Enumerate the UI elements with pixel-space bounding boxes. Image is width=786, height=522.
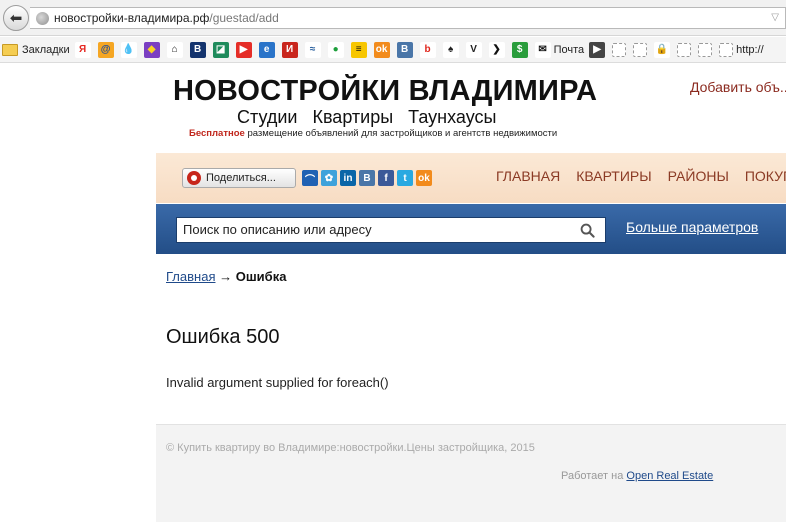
bookmarks-bar: Закладки Я @ 💧 ◆ ⌂ B ◪ ▶ e И ≈ ● ≡ ok Bb ♠ V ❯ $ ✉ Почта ▶… <box>0 37 786 63</box>
twitter-icon[interactable]: t <box>397 170 413 186</box>
envelope-icon: ✉ <box>534 41 551 58</box>
bookmark-mail-label: Почта <box>553 43 585 56</box>
search-box <box>176 217 606 243</box>
play-icon[interactable]: ▶ <box>589 41 606 58</box>
chevron-down-icon[interactable]: ▽ <box>771 12 779 23</box>
flower-icon[interactable]: ✿ <box>321 170 337 186</box>
bank-icon[interactable]: ≈ <box>304 41 321 58</box>
url-text: новостройки-владимира.рф/guestad/add <box>54 11 279 25</box>
social-icons: ⌒ ✿ in Bf t ok <box>302 170 432 186</box>
logo-title: НОВОСТРОЙКИ ВЛАДИМИРА <box>173 75 598 107</box>
breadcrumb-separator: → <box>215 269 236 284</box>
url-field[interactable]: новостройки-владимира.рф/guestad/add ▽ <box>30 7 786 29</box>
logo-tagline: Бесплатное размещение объявлений для зас… <box>189 128 558 139</box>
blank-page-icon[interactable] <box>698 42 713 57</box>
footer-powered-by: Работает на Open Real Estate <box>561 470 714 482</box>
bookmarks-folder-label: Закладки <box>22 43 70 56</box>
share-icon <box>187 171 201 185</box>
badoo-icon[interactable]: b <box>419 41 436 58</box>
page-title: Ошибка 500 <box>166 326 280 348</box>
search-icon[interactable] <box>580 223 595 238</box>
search-band: Больше параметров <box>156 204 786 254</box>
folder-icon <box>2 43 18 56</box>
bookmark-mail[interactable]: ✉ Почта <box>534 40 585 60</box>
v-letter-icon[interactable]: V <box>465 41 482 58</box>
bookmark-last-label: http:// <box>736 43 764 56</box>
lock-icon[interactable]: 🔒 <box>654 41 671 58</box>
add-listing-link[interactable]: Добавить объ... <box>690 79 786 95</box>
site-logo[interactable]: НОВОСТРОЙКИ ВЛАДИМИРА Студии Квартиры Та… <box>173 75 603 143</box>
search-input[interactable] <box>183 222 573 237</box>
facebook-icon[interactable]: f <box>378 170 394 186</box>
footer-copyright: © Купить квартиру во Владимире:новострой… <box>166 442 535 454</box>
share-button[interactable]: Поделиться... <box>182 168 296 188</box>
home-icon[interactable]: ⌂ <box>166 41 183 58</box>
nav-link-3[interactable]: ПОКУП... <box>745 168 786 184</box>
nav-link-0[interactable]: ГЛАВНАЯ <box>496 168 560 184</box>
footer: © Купить квартиру во Владимире:новострой… <box>156 424 786 522</box>
browser-address-bar: ⬅ новостройки-владимира.рф/guestad/add ▽ <box>0 0 786 36</box>
mailru-icon[interactable]: @ <box>97 41 114 58</box>
blank-page-icon <box>719 42 734 57</box>
green-square-icon[interactable]: ◪ <box>212 41 229 58</box>
more-params-link[interactable]: Больше параметров <box>626 219 758 235</box>
bookmarks-folder[interactable]: Закладки <box>2 40 70 60</box>
blank-page-icon[interactable] <box>612 42 627 57</box>
breadcrumb: Главная → Ошибка <box>166 269 286 284</box>
vk-icon[interactable]: B <box>359 170 375 186</box>
main-nav: ГЛАВНАЯ КВАРТИРЫ РАЙОНЫ ПОКУП... <box>496 168 786 184</box>
vk-icon[interactable]: B <box>396 41 413 58</box>
error-message: Invalid argument supplied for foreach() <box>166 375 389 390</box>
breadcrumb-current: Ошибка <box>235 269 287 284</box>
blank-page-icon[interactable] <box>633 42 648 57</box>
bookmark-last[interactable]: http:// <box>719 40 764 60</box>
odnoklassniki-icon[interactable]: ok <box>373 41 390 58</box>
arrow-left-icon: ⬅ <box>9 10 23 27</box>
open-real-estate-link[interactable]: Open Real Estate <box>626 470 713 482</box>
nav-band: Поделиться... ⌒ ✿ in Bf t ok ГЛАВНАЯ КВАРТИРЫ Р… <box>156 153 786 203</box>
lamp-icon[interactable]: ♠ <box>442 41 459 58</box>
logo-subtitle: Студии Квартиры Таунхаусы <box>237 107 497 127</box>
share-button-label: Поделиться... <box>206 172 276 184</box>
globe-icon <box>36 12 49 25</box>
drop-icon[interactable]: 💧 <box>120 41 137 58</box>
dollar-icon[interactable]: $ <box>511 41 528 58</box>
bill-icon[interactable]: B <box>189 41 206 58</box>
blue-app-icon[interactable]: e <box>258 41 275 58</box>
bookmark-icon[interactable]: ⌒ <box>302 170 318 186</box>
yandex-icon[interactable]: Я <box>74 41 91 58</box>
linkedin-icon[interactable]: in <box>340 170 356 186</box>
blank-page-icon[interactable] <box>677 42 692 57</box>
rainbow-icon[interactable]: ◆ <box>143 41 160 58</box>
chevron-right-icon[interactable]: ❯ <box>488 41 505 58</box>
sberbank-icon[interactable]: ● <box>327 41 344 58</box>
youtube-icon[interactable]: ▶ <box>235 41 252 58</box>
odnoklassniki-icon[interactable]: ok <box>416 170 432 186</box>
breadcrumb-home-link[interactable]: Главная <box>166 269 215 284</box>
red-app-icon[interactable]: И <box>281 41 298 58</box>
nav-link-1[interactable]: КВАРТИРЫ <box>576 168 651 184</box>
back-button[interactable]: ⬅ <box>3 5 29 31</box>
nav-link-2[interactable]: РАЙОНЫ <box>668 168 729 184</box>
beeline-icon[interactable]: ≡ <box>350 41 367 58</box>
